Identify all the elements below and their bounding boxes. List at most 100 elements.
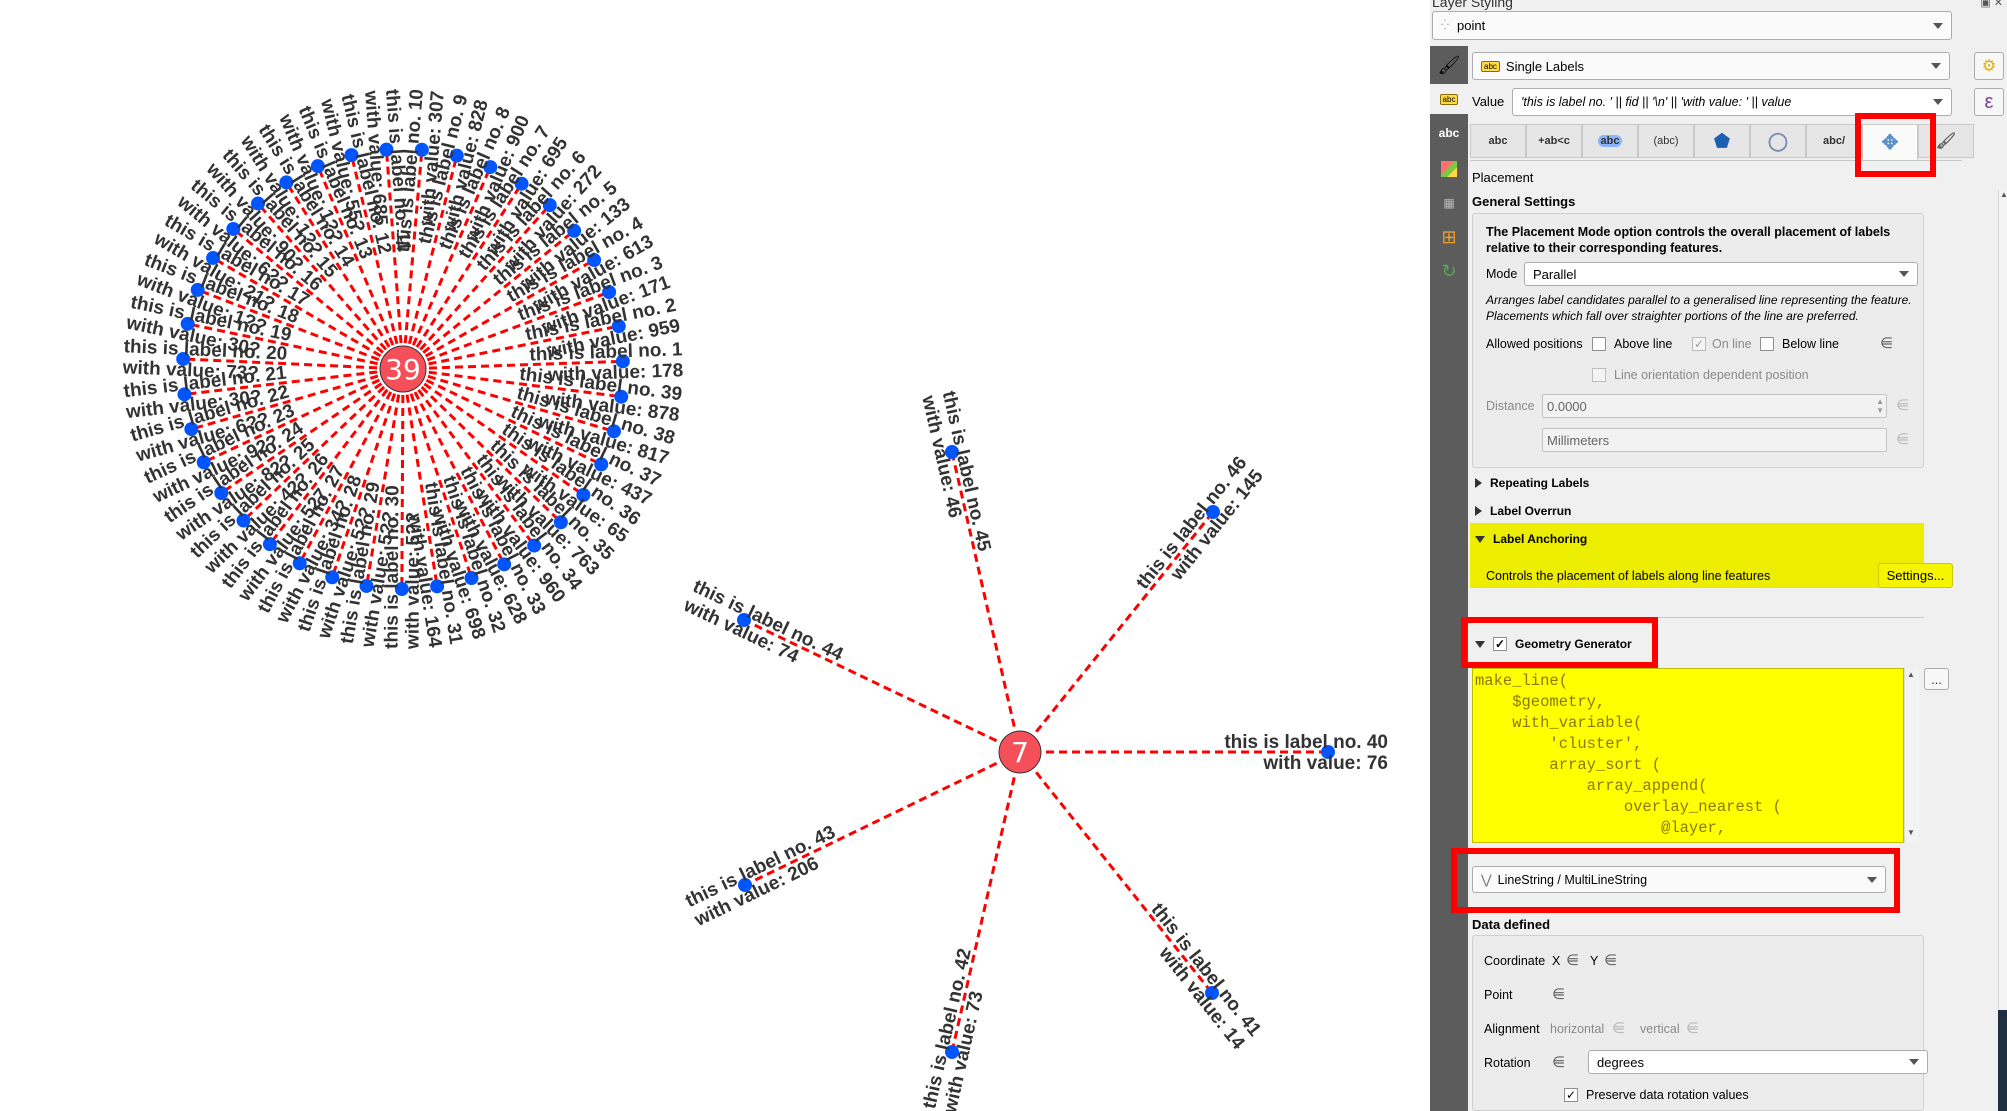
distance-label: Distance bbox=[1486, 399, 1535, 413]
highlight-geometry-type bbox=[1451, 848, 1900, 913]
rotation-label: Rotation bbox=[1484, 1056, 1531, 1070]
data-defined-override-icon[interactable]: ⋹ bbox=[1896, 396, 1918, 414]
expression-builder-button[interactable]: ... bbox=[1924, 668, 1949, 690]
tab-shadow[interactable]: ◯ bbox=[1750, 124, 1806, 158]
coordinate-x-override-icon[interactable]: ⋹ bbox=[1566, 951, 1588, 969]
chevron-down-icon bbox=[1931, 63, 1941, 69]
expand-icon bbox=[1475, 506, 1482, 516]
chevron-down-icon bbox=[1909, 1059, 1919, 1065]
label-anchoring-header[interactable]: Label Anchoring bbox=[1475, 532, 1587, 546]
placement-mode-value: Parallel bbox=[1533, 266, 1577, 282]
tab-buffer[interactable]: abc bbox=[1582, 124, 1638, 158]
value-label: Value bbox=[1472, 94, 1505, 109]
label-line-1: this is label no. 30 bbox=[381, 485, 403, 649]
rotation-override-icon[interactable]: ⋹ bbox=[1552, 1053, 1574, 1071]
rotation-unit-value: degrees bbox=[1597, 1054, 1644, 1070]
alignment-vertical-label: vertical bbox=[1640, 1022, 1680, 1036]
history-icon[interactable]: ↻ bbox=[1434, 256, 1464, 286]
3d-view-icon[interactable] bbox=[1434, 154, 1464, 184]
tab-background[interactable]: ⬟ bbox=[1694, 124, 1750, 158]
single-labels-icon: abc bbox=[1481, 60, 1500, 72]
expression-button[interactable]: ε bbox=[1974, 88, 2004, 116]
feature-label: this is label no. 46with value: 145 bbox=[1132, 453, 1268, 594]
diagrams-icon[interactable]: ▦ bbox=[1434, 188, 1464, 218]
point-override-icon[interactable]: ⋹ bbox=[1552, 985, 1574, 1003]
data-defined-override-icon[interactable]: ⋹ bbox=[1896, 430, 1918, 448]
layer-select[interactable]: ⁛ point bbox=[1432, 11, 1952, 40]
renderer-select[interactable]: abc Single Labels bbox=[1472, 52, 1950, 80]
style-manager-button[interactable]: ⚙ bbox=[1974, 52, 2004, 80]
below-line-checkbox[interactable] bbox=[1760, 337, 1774, 351]
preserve-rotation-checkbox[interactable]: ✓ bbox=[1564, 1088, 1578, 1102]
cluster-count: 7 bbox=[1011, 736, 1029, 769]
label-overrun-title: Label Overrun bbox=[1490, 504, 1572, 518]
line-orientation-checkbox[interactable] bbox=[1592, 368, 1606, 382]
symbology-icon[interactable]: 🖌 bbox=[1434, 50, 1464, 80]
scroll-down-icon[interactable]: ▼ bbox=[1907, 828, 1915, 837]
map-svg: this is label no. 1with value: 178this i… bbox=[121, 88, 1388, 1111]
scroll-up-icon[interactable]: ▲ bbox=[1907, 670, 1915, 679]
fields-icon[interactable]: ⊞ bbox=[1434, 222, 1464, 252]
above-line-checkbox[interactable] bbox=[1592, 337, 1606, 351]
chevron-down-icon bbox=[1899, 271, 1909, 277]
labels-icon[interactable]: abc bbox=[1430, 84, 1468, 114]
cluster-group: this is label no. 1with value: 178this i… bbox=[121, 88, 683, 650]
code-scrollbar[interactable]: ▲ ▼ bbox=[1904, 668, 1919, 843]
tab-formatting[interactable]: +ab<c bbox=[1526, 124, 1582, 158]
placement-mode-help: Arranges label candidates parallel to a … bbox=[1486, 293, 1912, 323]
feature-label: this is label no. 44with value: 74 bbox=[679, 576, 846, 668]
above-line-label: Above line bbox=[1614, 337, 1673, 351]
cluster-group: this is label no. 40with value: 76 this i… bbox=[679, 389, 1388, 1111]
map-canvas[interactable]: this is label no. 1 with value: 178 this i… bbox=[0, 0, 1430, 1111]
label-overrun-header[interactable]: Label Overrun bbox=[1475, 504, 1571, 518]
alignment-label: Alignment bbox=[1484, 1022, 1540, 1036]
geometry-expression-editor[interactable]: make_line( $geometry, with_variable( 'cl… bbox=[1472, 668, 1904, 843]
highlight-geometry-generator bbox=[1461, 617, 1658, 668]
distance-unit-value: Millimeters bbox=[1547, 432, 1610, 448]
masks-icon[interactable]: abc bbox=[1434, 118, 1464, 148]
distance-value: 0.0000 bbox=[1547, 398, 1587, 414]
feature-label: this is label no. 42with value: 73 bbox=[919, 946, 988, 1111]
placement-mode-select[interactable]: Parallel bbox=[1524, 262, 1918, 286]
collapse-icon bbox=[1475, 535, 1485, 543]
feature-label: this is label no. 45with value: 46 bbox=[917, 389, 994, 554]
mode-label: Mode bbox=[1486, 267, 1518, 281]
distance-unit-select[interactable]: Millimeters bbox=[1542, 428, 1887, 452]
repeating-labels-title: Repeating Labels bbox=[1490, 476, 1590, 490]
distance-input[interactable]: 0.0000 ▲ ▼ bbox=[1542, 394, 1887, 418]
allowed-positions-label: Allowed positions bbox=[1486, 337, 1583, 351]
coordinate-y-override-icon[interactable]: ⋹ bbox=[1604, 951, 1626, 969]
anchoring-settings-button[interactable]: Settings... bbox=[1878, 563, 1953, 588]
placement-mode-description: The Placement Mode option controls the o… bbox=[1486, 225, 1891, 255]
value-expression-field[interactable]: 'this is label no. ' || fid || '\n' || '… bbox=[1512, 88, 1952, 116]
coordinate-x-label: X bbox=[1552, 954, 1561, 968]
layer-styling-panel: Layer Styling ▣ ✕ ⁛ point 🖌 abc abc ▦ ⊞ … bbox=[1430, 0, 2007, 1111]
panel-title: Layer Styling bbox=[1432, 0, 1513, 10]
data-defined-override-icon[interactable]: ⋹ bbox=[1880, 334, 1902, 352]
section-label: Placement bbox=[1472, 170, 1534, 185]
data-defined-title: Data defined bbox=[1472, 917, 1551, 932]
point-label: Point bbox=[1484, 988, 1513, 1002]
alignment-vertical-override-icon[interactable]: ⋹ bbox=[1686, 1019, 1708, 1037]
scroll-up-icon[interactable]: ▲ bbox=[2000, 190, 2007, 199]
tab-text[interactable]: abc bbox=[1470, 124, 1526, 158]
label-anchoring-title: Label Anchoring bbox=[1493, 532, 1588, 546]
coordinate-y-label: Y bbox=[1590, 954, 1599, 968]
coordinate-label: Coordinate bbox=[1484, 954, 1546, 968]
on-line-checkbox[interactable]: ✓ bbox=[1692, 337, 1706, 351]
repeating-labels-header[interactable]: Repeating Labels bbox=[1475, 476, 1589, 490]
alignment-horizontal-label: horizontal bbox=[1550, 1022, 1605, 1036]
tab-callouts[interactable]: abc/ bbox=[1806, 124, 1862, 158]
line-orientation-label: Line orientation dependent position bbox=[1614, 368, 1809, 382]
window-buttons[interactable]: ▣ ✕ bbox=[1980, 0, 2003, 9]
rotation-unit-select[interactable]: degrees bbox=[1588, 1050, 1928, 1074]
background-window-edge bbox=[1998, 1010, 2007, 1111]
alignment-horizontal-override-icon[interactable]: ⋹ bbox=[1612, 1019, 1634, 1037]
expand-icon bbox=[1475, 478, 1482, 488]
panel-scrollbar[interactable]: ▲ ▼ bbox=[1998, 190, 2007, 1111]
buffer-icon: abc bbox=[1597, 135, 1623, 147]
geometry-expression-code: make_line( $geometry, with_variable( 'cl… bbox=[1475, 672, 1782, 837]
spinner-icon[interactable]: ▲ ▼ bbox=[1876, 397, 1884, 415]
tab-mask[interactable]: (abc) bbox=[1638, 124, 1694, 158]
general-settings-title: General Settings bbox=[1472, 194, 1576, 209]
